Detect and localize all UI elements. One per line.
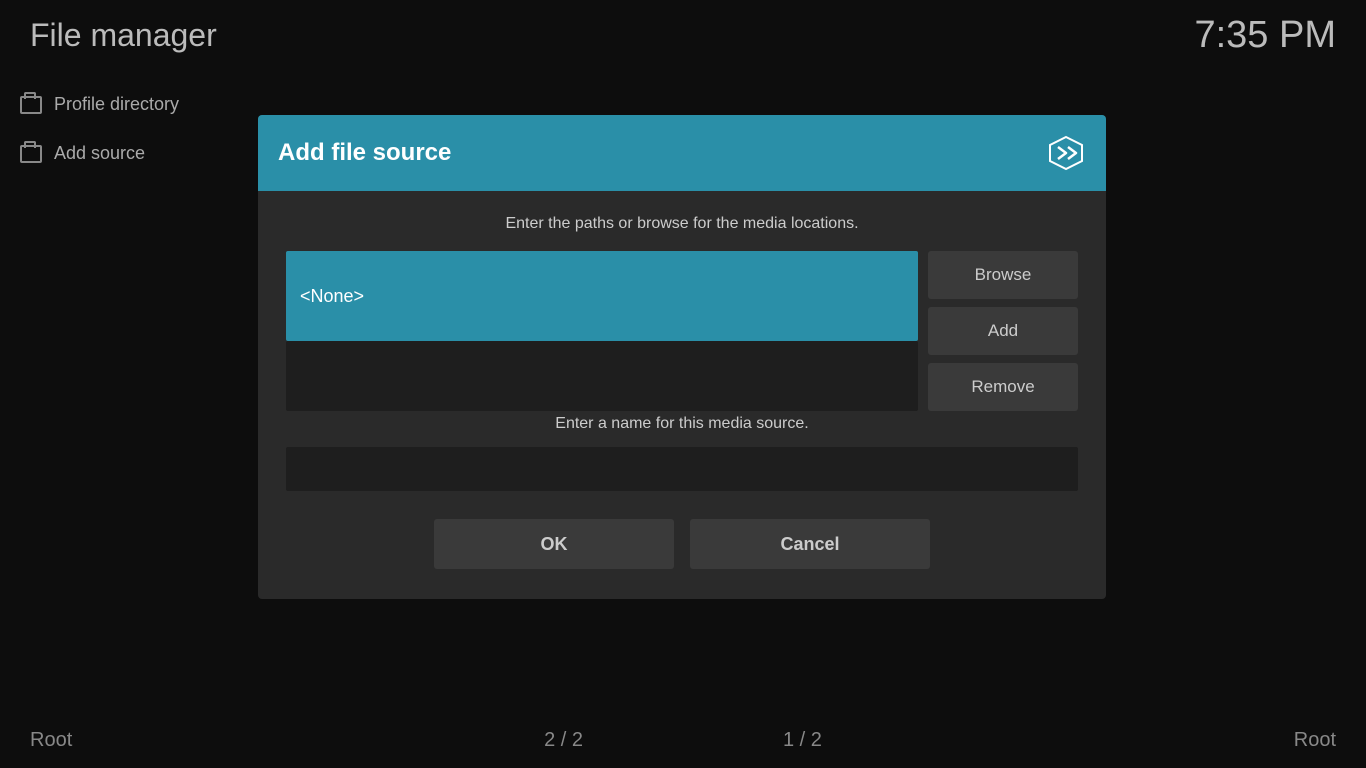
add-button[interactable]: Add <box>928 307 1078 355</box>
ok-button[interactable]: OK <box>434 519 674 569</box>
kodi-logo-icon <box>1046 133 1086 173</box>
sidebar: Profile directory Add source <box>0 80 250 178</box>
sidebar-item-label-2: Add source <box>54 143 145 164</box>
clock: 7:35 PM <box>1194 14 1336 57</box>
top-bar: File manager 7:35 PM <box>0 0 1366 70</box>
dialog-header: Add file source <box>258 115 1106 191</box>
bottom-center: 2 / 2 1 / 2 <box>544 729 822 752</box>
bottom-bar: Root 2 / 2 1 / 2 Root <box>0 713 1366 768</box>
dialog: Add file source Enter the paths or brows… <box>258 115 1106 599</box>
app-title: File manager <box>30 17 217 54</box>
bottom-right-pager: 1 / 2 <box>783 729 822 752</box>
path-input[interactable] <box>286 251 918 341</box>
path-row: Browse Add Remove <box>286 251 1078 411</box>
sidebar-item-label: Profile directory <box>54 94 179 115</box>
paths-list <box>286 341 918 411</box>
sidebar-item-add-source[interactable]: Add source <box>0 129 250 178</box>
dialog-title: Add file source <box>278 139 451 167</box>
ok-cancel-row: OK Cancel <box>286 519 1078 569</box>
cancel-button[interactable]: Cancel <box>690 519 930 569</box>
sidebar-item-profile-directory[interactable]: Profile directory <box>0 80 250 129</box>
name-instruction: Enter a name for this media source. <box>286 415 1078 433</box>
folder-icon <box>20 96 42 114</box>
bottom-left-pager: 2 / 2 <box>544 729 583 752</box>
name-input[interactable] <box>286 447 1078 491</box>
bottom-left-label: Root <box>30 729 72 752</box>
browse-button[interactable]: Browse <box>928 251 1078 299</box>
dialog-instruction: Enter the paths or browse for the media … <box>286 215 1078 233</box>
dialog-body: Enter the paths or browse for the media … <box>258 191 1106 599</box>
bottom-right-label: Root <box>1294 729 1336 752</box>
remove-button[interactable]: Remove <box>928 363 1078 411</box>
folder-icon-2 <box>20 145 42 163</box>
buttons-col: Browse Add Remove <box>928 251 1078 411</box>
